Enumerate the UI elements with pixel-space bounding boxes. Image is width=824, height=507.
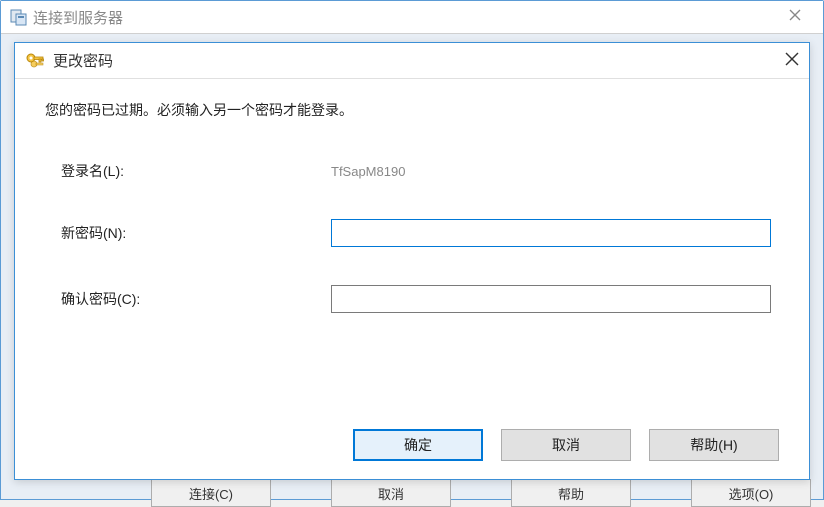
login-label: 登录名(L): [61,161,331,181]
outer-titlebar: 连接到服务器 [1,1,823,33]
dialog-close-icon[interactable] [769,50,799,71]
dialog-title: 更改密码 [53,50,769,71]
bg-options-button[interactable]: 选项(O) [691,479,811,507]
form-area: 登录名(L): TfSapM8190 新密码(N): 确认密码(C): [45,161,779,429]
bg-connect-button[interactable]: 连接(C) [151,479,271,507]
outer-title: 连接到服务器 [33,7,775,28]
bg-button-row: 连接(C) 取消 帮助 选项(O) [151,479,811,507]
bg-help-button[interactable]: 帮助 [511,479,631,507]
outer-close-icon[interactable] [775,8,815,26]
dialog-titlebar: 更改密码 [15,43,809,79]
newpass-input[interactable] [331,219,771,247]
change-password-dialog: 更改密码 您的密码已过期。必须输入另一个密码才能登录。 登录名(L): TfSa… [14,42,810,480]
newpass-label: 新密码(N): [61,223,331,243]
key-icon [25,52,45,70]
confirm-row: 确认密码(C): [61,285,779,313]
newpass-row: 新密码(N): [61,219,779,247]
confirm-label: 确认密码(C): [61,289,331,309]
login-row: 登录名(L): TfSapM8190 [61,161,779,181]
cancel-button[interactable]: 取消 [501,429,631,461]
expired-message: 您的密码已过期。必须输入另一个密码才能登录。 [45,99,779,121]
bg-cancel-button[interactable]: 取消 [331,479,451,507]
ok-button[interactable]: 确定 [353,429,483,461]
dialog-button-row: 确定 取消 帮助(H) [45,429,779,461]
server-icon [9,8,27,26]
confirm-input[interactable] [331,285,771,313]
help-button[interactable]: 帮助(H) [649,429,779,461]
dialog-body: 您的密码已过期。必须输入另一个密码才能登录。 登录名(L): TfSapM819… [15,79,809,479]
login-value: TfSapM8190 [331,164,405,179]
